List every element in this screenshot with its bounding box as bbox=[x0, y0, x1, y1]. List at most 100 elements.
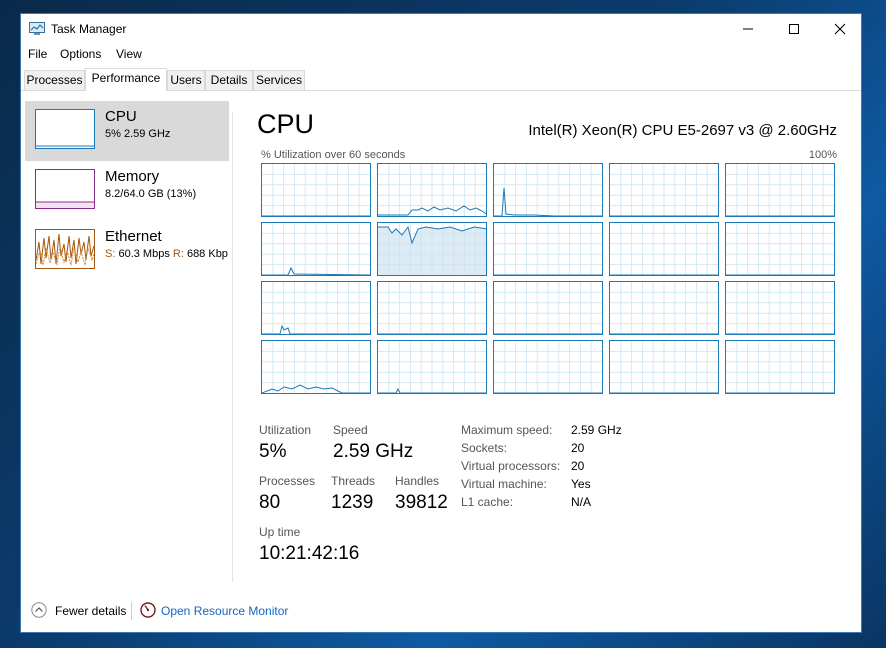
cpu-core-graph bbox=[609, 340, 719, 394]
sidebar-item-memory[interactable]: Memory 8.2/64.0 GB (13%) bbox=[25, 161, 229, 221]
sockets-value: 20 bbox=[571, 441, 585, 455]
chevron-up-icon[interactable] bbox=[31, 602, 47, 618]
cpu-core-graph-canvas bbox=[494, 223, 602, 275]
cpu-core-graph bbox=[493, 281, 603, 335]
cpu-core-graph bbox=[609, 163, 719, 217]
cpu-core-graph-canvas bbox=[378, 282, 486, 334]
maximize-icon bbox=[789, 24, 799, 34]
menu-bar: File Options View bbox=[21, 44, 861, 64]
max-speed-label: Maximum speed: bbox=[461, 423, 553, 437]
tab-performance[interactable]: Performance bbox=[85, 68, 167, 91]
sidebar-item-label: Memory bbox=[105, 168, 160, 185]
open-resource-monitor-link[interactable]: Open Resource Monitor bbox=[161, 604, 288, 618]
ethernet-thumbnail-graph bbox=[35, 233, 95, 266]
graph-caption: % Utilization over 60 seconds bbox=[261, 149, 406, 161]
uptime-value: 10:21:42:16 bbox=[259, 543, 360, 564]
menu-file[interactable]: File bbox=[28, 47, 47, 61]
sidebar-item-detail: S: 60.3 Mbps R: 688 Kbp bbox=[105, 248, 228, 260]
maximize-button[interactable] bbox=[771, 14, 817, 44]
receive-value: 688 Kbp bbox=[183, 248, 228, 260]
processes-label: Processes bbox=[259, 474, 316, 488]
utilization-area bbox=[378, 227, 486, 275]
cpu-core-graph bbox=[377, 163, 487, 217]
memory-thumbnail-graph bbox=[36, 201, 94, 208]
utilization-value: 5% bbox=[259, 441, 287, 462]
close-button[interactable] bbox=[817, 14, 863, 44]
sidebar-item-cpu[interactable]: CPU 5% 2.59 GHz bbox=[25, 101, 229, 161]
send-value: 60.3 Mbps bbox=[115, 248, 173, 260]
tab-details[interactable]: Details bbox=[205, 70, 253, 90]
page-title: CPU bbox=[257, 109, 315, 139]
close-icon bbox=[834, 23, 846, 35]
cpu-core-graph-canvas bbox=[262, 282, 370, 334]
cpu-core-graph bbox=[377, 281, 487, 335]
footer-separator bbox=[131, 602, 132, 620]
cpu-core-graph-canvas bbox=[262, 223, 370, 275]
minimize-button[interactable] bbox=[725, 14, 771, 44]
l1-cache-label: L1 cache: bbox=[461, 495, 514, 509]
menu-options[interactable]: Options bbox=[60, 47, 101, 61]
minimize-icon bbox=[743, 28, 753, 30]
cpu-core-graph-canvas bbox=[494, 282, 602, 334]
send-label: S: bbox=[105, 248, 116, 260]
tab-processes[interactable]: Processes bbox=[24, 70, 85, 90]
tab-users[interactable]: Users bbox=[167, 70, 205, 90]
window-title: Task Manager bbox=[51, 22, 127, 36]
task-manager-icon bbox=[29, 22, 45, 35]
cpu-core-graph bbox=[609, 222, 719, 276]
cpu-core-graph-canvas bbox=[610, 164, 718, 216]
virtual-machine-value: Yes bbox=[571, 477, 591, 491]
processes-value: 80 bbox=[259, 492, 281, 513]
cpu-core-graph bbox=[725, 222, 835, 276]
cpu-core-graph bbox=[377, 222, 487, 276]
cpu-core-graph bbox=[377, 340, 487, 394]
cpu-core-graph bbox=[609, 281, 719, 335]
cpu-core-graph-canvas bbox=[610, 282, 718, 334]
sidebar-item-label: Ethernet bbox=[105, 228, 162, 245]
cpu-core-graph-canvas bbox=[378, 223, 486, 275]
cpu-model: Intel(R) Xeon(R) CPU E5-2697 v3 @ 2.60GH… bbox=[528, 122, 837, 139]
cpu-core-graph bbox=[261, 281, 371, 335]
cpu-core-graph-canvas bbox=[726, 164, 834, 216]
virtual-processors-value: 20 bbox=[571, 459, 585, 473]
sockets-label: Sockets: bbox=[461, 441, 508, 455]
graph-max-label: 100% bbox=[808, 149, 837, 161]
cpu-core-graph-canvas bbox=[494, 164, 602, 216]
max-speed-value: 2.59 GHz bbox=[571, 423, 622, 437]
menu-view[interactable]: View bbox=[116, 47, 142, 61]
sidebar-item-detail: 8.2/64.0 GB (13%) bbox=[105, 188, 197, 200]
sidebar-divider[interactable] bbox=[232, 112, 233, 582]
cpu-core-graph-canvas bbox=[262, 341, 370, 393]
uptime-label: Up time bbox=[259, 525, 301, 539]
cpu-core-graph-canvas bbox=[494, 341, 602, 393]
cpu-core-graph-canvas bbox=[378, 341, 486, 393]
cpu-core-graph bbox=[725, 163, 835, 217]
cpu-core-graph bbox=[493, 222, 603, 276]
cpu-core-graph-canvas bbox=[262, 164, 370, 216]
utilization-label: Utilization bbox=[259, 423, 312, 437]
speed-label: Speed bbox=[333, 423, 368, 437]
speed-value: 2.59 GHz bbox=[333, 441, 414, 462]
title-bar[interactable]: Task Manager bbox=[21, 14, 861, 44]
cpu-core-graph bbox=[261, 222, 371, 276]
tab-services[interactable]: Services bbox=[253, 70, 305, 90]
fewer-details-button[interactable]: Fewer details bbox=[55, 604, 126, 618]
cpu-core-graph-canvas bbox=[378, 164, 486, 216]
cpu-core-graph bbox=[493, 340, 603, 394]
memory-thumbnail bbox=[35, 169, 95, 209]
resource-monitor-icon[interactable] bbox=[140, 602, 156, 618]
threads-label: Threads bbox=[331, 474, 376, 488]
cpu-core-graph-canvas bbox=[726, 223, 834, 275]
sidebar-item-label: CPU bbox=[105, 108, 137, 125]
logical-processor-graphs bbox=[261, 163, 837, 397]
sidebar-item-ethernet[interactable]: Ethernet S: 60.3 Mbps R: 688 Kbp bbox=[25, 221, 229, 281]
l1-cache-value: N/A bbox=[571, 495, 592, 509]
cpu-core-graph-canvas bbox=[610, 341, 718, 393]
virtual-machine-label: Virtual machine: bbox=[461, 477, 547, 491]
cpu-core-graph-canvas bbox=[610, 223, 718, 275]
handles-label: Handles bbox=[395, 474, 440, 488]
tab-strip: Processes Performance Users Details Serv… bbox=[21, 68, 861, 91]
receive-label: R: bbox=[172, 248, 184, 260]
cpu-core-graph bbox=[725, 340, 835, 394]
footer: Fewer details Open Resource Monitor bbox=[21, 592, 861, 632]
